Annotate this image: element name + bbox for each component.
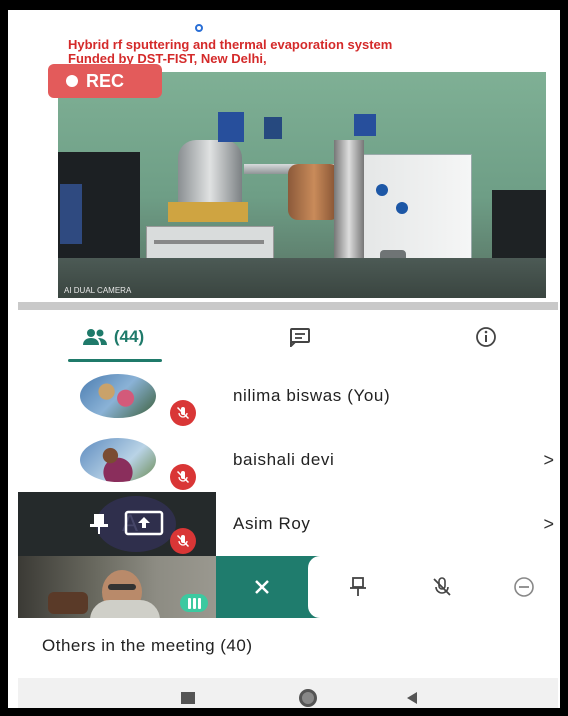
active-tab-indicator	[68, 359, 162, 362]
slide-marker	[195, 24, 203, 32]
tab-info[interactable]	[466, 312, 506, 362]
participant-thumbnail	[18, 428, 216, 492]
screen-frame: Hybrid rf sputtering and thermal evapora…	[0, 0, 568, 716]
participant-action-bar	[216, 556, 558, 618]
avatar	[80, 374, 156, 418]
pin-button[interactable]	[338, 556, 378, 618]
tab-chat[interactable]	[280, 312, 320, 362]
back-triangle-icon	[407, 692, 417, 704]
participant-row[interactable]: baishali devi >	[18, 428, 558, 492]
participant-row[interactable]: nilima biswas (You)	[18, 364, 558, 428]
actions-panel	[308, 556, 558, 618]
tab-people[interactable]: (44)	[58, 312, 168, 362]
recents-button[interactable]	[168, 678, 208, 708]
muted-indicator	[170, 400, 196, 426]
participant-name: baishali devi	[233, 450, 335, 469]
circle-icon	[299, 689, 317, 707]
mic-off-icon	[176, 534, 190, 548]
pin-icon	[350, 577, 366, 596]
remove-icon	[514, 577, 534, 597]
mute-icon	[433, 577, 451, 596]
participant-row[interactable]: A Asim Roy >	[18, 492, 558, 556]
participant-name: Asim Roy	[233, 514, 311, 533]
mic-off-icon	[176, 470, 190, 484]
chat-icon	[290, 328, 310, 347]
recording-label: REC	[86, 70, 125, 91]
panel-divider	[18, 302, 558, 310]
mute-participant-button[interactable]	[422, 556, 462, 618]
others-in-meeting-heading[interactable]: Others in the meeting (40)	[42, 636, 252, 656]
people-icon	[82, 329, 107, 345]
close-icon	[255, 580, 269, 594]
chevron-right-icon[interactable]: >	[543, 428, 554, 492]
info-icon	[476, 327, 496, 347]
muted-indicator	[170, 464, 196, 490]
avatar	[80, 438, 156, 482]
system-nav-bar	[18, 678, 558, 708]
camera-watermark: AI DUAL CAMERA	[64, 286, 132, 295]
participant-thumbnail	[18, 364, 216, 428]
record-icon	[66, 75, 78, 87]
people-count: (44)	[113, 327, 145, 346]
speaking-indicator	[180, 594, 208, 612]
chevron-right-icon[interactable]: >	[543, 492, 554, 556]
mic-off-icon	[176, 406, 190, 420]
slide-photo	[58, 72, 546, 298]
home-button[interactable]	[288, 678, 328, 708]
back-button[interactable]	[392, 678, 432, 708]
presentation-view[interactable]: Hybrid rf sputtering and thermal evapora…	[18, 24, 558, 314]
slide-title-line1: Hybrid rf sputtering and thermal evapora…	[68, 37, 393, 52]
panel-tabs: (44)	[18, 312, 558, 362]
close-actions-button[interactable]	[242, 556, 282, 618]
pin-icon	[90, 514, 108, 534]
participant-thumbnail: A	[18, 492, 216, 556]
muted-indicator	[170, 528, 196, 554]
participant-name: nilima biswas (You)	[233, 386, 391, 405]
square-icon	[181, 692, 195, 704]
recording-badge: REC	[48, 64, 162, 98]
presenting-icon	[124, 510, 164, 536]
self-video[interactable]	[18, 556, 216, 618]
remove-participant-button[interactable]	[504, 556, 544, 618]
